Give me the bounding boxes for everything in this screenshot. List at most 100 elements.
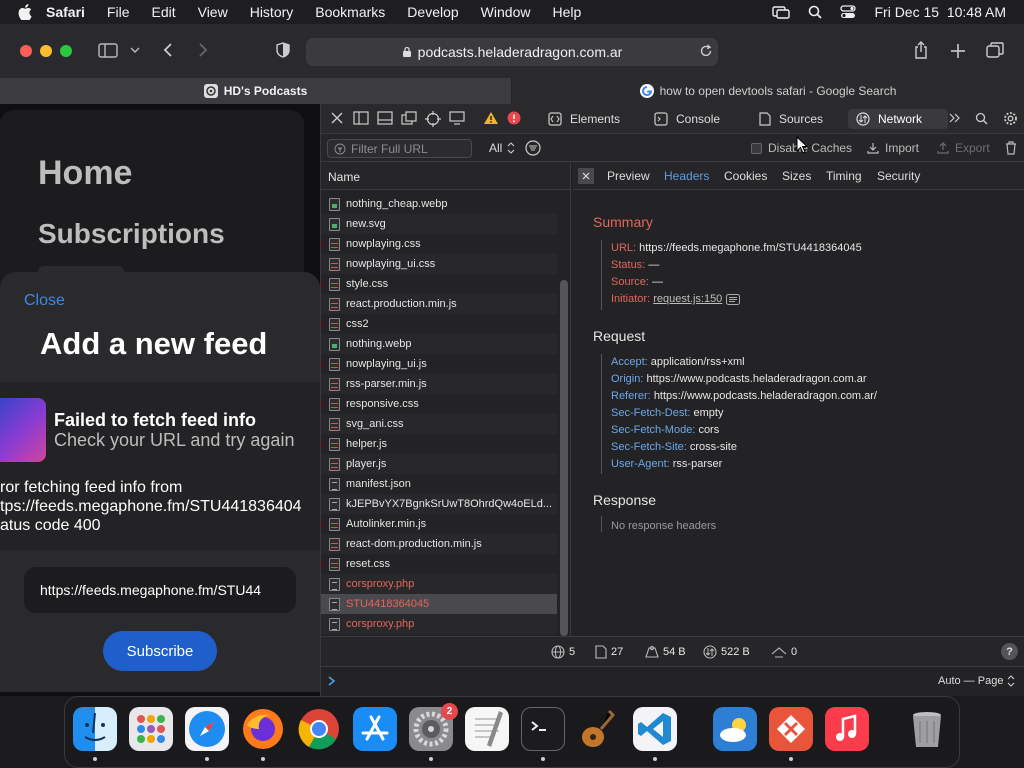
- share-icon[interactable]: [913, 41, 929, 59]
- detach-window-icon[interactable]: [401, 111, 417, 125]
- resource-row[interactable]: reset.css: [321, 554, 557, 574]
- type-filter-select[interactable]: All: [489, 141, 515, 155]
- execution-context-select[interactable]: Auto — Page: [938, 675, 1015, 687]
- tab-network[interactable]: Network: [848, 109, 948, 129]
- resource-row[interactable]: Autolinker.min.js: [321, 514, 557, 534]
- resource-row[interactable]: corsproxy.php: [321, 614, 557, 634]
- element-picker-icon[interactable]: [425, 111, 441, 127]
- search-icon[interactable]: [975, 112, 988, 125]
- resource-row[interactable]: responsive.css: [321, 394, 557, 414]
- url-text[interactable]: podcasts.heladeradragon.com.ar: [418, 44, 623, 60]
- menu-help[interactable]: Help: [552, 4, 581, 20]
- chrome-dock-icon[interactable]: [297, 707, 341, 751]
- nav-home[interactable]: Home: [38, 154, 132, 193]
- export-button[interactable]: Export: [937, 141, 990, 155]
- resource-row[interactable]: manifest.json: [321, 474, 557, 494]
- subscribe-button[interactable]: Subscribe: [103, 631, 217, 671]
- import-button[interactable]: Import: [867, 141, 919, 155]
- apple-icon[interactable]: [18, 4, 32, 20]
- resource-row[interactable]: STU4418364045: [321, 594, 557, 614]
- screen-mirroring-icon[interactable]: [772, 5, 791, 19]
- menu-safari[interactable]: Safari: [46, 4, 85, 20]
- more-tabs-icon[interactable]: [948, 111, 962, 125]
- filter-url-input[interactable]: Filter Full URL: [327, 139, 472, 158]
- close-detail-icon[interactable]: [578, 168, 594, 184]
- resource-row[interactable]: style.css: [321, 274, 557, 294]
- remote-desktop-dock-icon[interactable]: [769, 707, 813, 751]
- forward-icon[interactable]: [198, 42, 208, 58]
- privacy-shield-icon[interactable]: [276, 42, 290, 58]
- tab-headers[interactable]: Headers: [664, 169, 709, 183]
- reveal-source-icon[interactable]: [726, 293, 741, 305]
- menu-window[interactable]: Window: [481, 4, 531, 20]
- tab-sources[interactable]: Sources: [751, 109, 861, 129]
- search-icon[interactable]: [808, 5, 823, 19]
- resource-row[interactable]: helper.js: [321, 434, 557, 454]
- settings-gear-icon[interactable]: [1003, 111, 1018, 126]
- warning-icon[interactable]: [483, 111, 499, 125]
- resource-row[interactable]: nothing_cheap.webp: [321, 194, 557, 214]
- tab-google-search[interactable]: how to open devtools safari - Google Sea…: [512, 78, 1024, 104]
- tab-preview[interactable]: Preview: [607, 169, 650, 183]
- error-icon[interactable]: [507, 111, 521, 125]
- resource-row[interactable]: rss-parser.min.js: [321, 374, 557, 394]
- tab-console[interactable]: Console: [646, 109, 756, 129]
- menu-develop[interactable]: Develop: [407, 4, 458, 20]
- resource-row[interactable]: react.production.min.js: [321, 294, 557, 314]
- menu-view[interactable]: View: [198, 4, 228, 20]
- minimize-window-button[interactable]: [40, 45, 52, 57]
- back-icon[interactable]: [163, 42, 173, 58]
- app-store-dock-icon[interactable]: [353, 707, 397, 751]
- safari-dock-icon[interactable]: [185, 707, 229, 751]
- menu-bookmarks[interactable]: Bookmarks: [315, 4, 385, 20]
- resource-row[interactable]: kJEPBvYX7BgnkSrUwT8OhrdQw4oELd...: [321, 494, 557, 514]
- menu-edit[interactable]: Edit: [151, 4, 175, 20]
- tab-cookies[interactable]: Cookies: [724, 169, 767, 183]
- resource-row[interactable]: react-dom.production.min.js: [321, 534, 557, 554]
- address-bar[interactable]: podcasts.heladeradragon.com.ar: [306, 38, 718, 66]
- device-settings-icon[interactable]: [449, 111, 465, 125]
- weather-dock-icon[interactable]: [713, 707, 757, 751]
- music-dock-icon[interactable]: [825, 707, 869, 751]
- close-inspector-icon[interactable]: [331, 112, 343, 124]
- zoom-window-button[interactable]: [60, 45, 72, 57]
- tab-elements[interactable]: Elements: [536, 109, 646, 129]
- resource-row[interactable]: player.js: [321, 454, 557, 474]
- close-window-button[interactable]: [20, 45, 32, 57]
- help-icon[interactable]: ?: [1001, 643, 1018, 660]
- resource-row[interactable]: corsproxy.php: [321, 574, 557, 594]
- resource-row[interactable]: nowplaying_ui.css: [321, 254, 557, 274]
- checkbox[interactable]: [751, 142, 762, 154]
- new-tab-icon[interactable]: [950, 43, 966, 59]
- menu-history[interactable]: History: [250, 4, 294, 20]
- resource-row[interactable]: nothing.webp: [321, 334, 557, 354]
- resource-row[interactable]: svg_ani.css: [321, 414, 557, 434]
- dock-bottom-icon[interactable]: [377, 111, 393, 125]
- trash-dock-icon[interactable]: [905, 707, 949, 751]
- feed-url-input[interactable]: https://feeds.megaphone.fm/STU44: [24, 567, 296, 613]
- resource-row[interactable]: new.svg: [321, 214, 557, 234]
- menu-file[interactable]: File: [107, 4, 130, 20]
- name-column-header[interactable]: Name: [328, 170, 360, 184]
- firefox-dock-icon[interactable]: [241, 707, 285, 751]
- resource-row[interactable]: nowplaying.css: [321, 234, 557, 254]
- resource-row[interactable]: nowplaying_ui.js: [321, 354, 557, 374]
- nav-subscriptions[interactable]: Subscriptions: [38, 218, 225, 250]
- textedit-dock-icon[interactable]: [465, 707, 509, 751]
- terminal-dock-icon[interactable]: [521, 707, 565, 751]
- close-button[interactable]: Close: [24, 292, 65, 310]
- tab-overview-icon[interactable]: [986, 42, 1004, 58]
- resource-row[interactable]: css2: [321, 314, 557, 334]
- dock-left-icon[interactable]: [353, 111, 369, 125]
- tab-sizes[interactable]: Sizes: [782, 169, 811, 183]
- garageband-dock-icon[interactable]: [577, 707, 621, 751]
- vscode-dock-icon[interactable]: [633, 707, 677, 751]
- clock-datetime[interactable]: Fri Dec 15 10:48 AM: [874, 4, 1006, 20]
- reload-icon[interactable]: [699, 44, 713, 58]
- tab-hds-podcasts[interactable]: HD's Podcasts: [0, 78, 511, 104]
- control-center-icon[interactable]: [840, 5, 857, 19]
- resource-list-scrollbar[interactable]: [560, 280, 568, 636]
- sidebar-toggle-icon[interactable]: [98, 43, 118, 58]
- tab-timing[interactable]: Timing: [826, 169, 862, 183]
- chevron-down-icon[interactable]: [130, 46, 140, 54]
